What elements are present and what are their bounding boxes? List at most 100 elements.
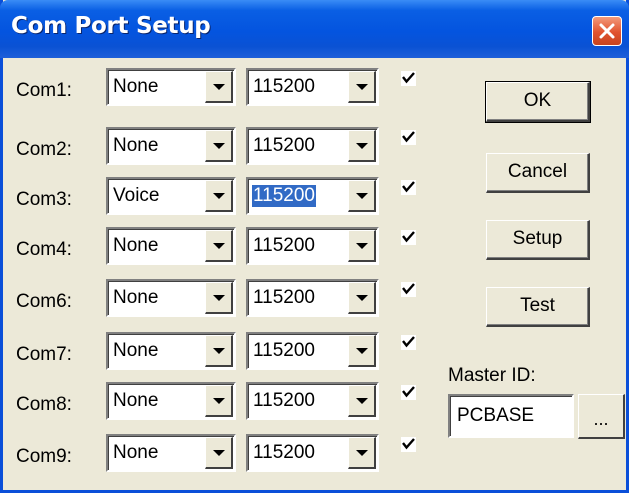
port-enabled-checkbox[interactable] <box>401 385 416 400</box>
port-enabled-checkbox[interactable] <box>401 437 416 452</box>
chevron-down-icon <box>356 295 368 301</box>
port-label: Com4: <box>16 239 72 260</box>
baud-select[interactable]: 115200 <box>246 434 379 472</box>
port-label: Com9: <box>16 446 72 467</box>
dropdown-button[interactable] <box>205 282 233 314</box>
dropdown-button[interactable] <box>348 437 376 469</box>
chevron-down-icon <box>356 398 368 404</box>
chevron-down-icon <box>356 143 368 149</box>
baud-select[interactable]: 115200 <box>246 227 379 265</box>
ok-button[interactable]: OK <box>485 81 591 123</box>
device-select[interactable]: None <box>106 127 236 165</box>
dropdown-button[interactable] <box>205 180 233 212</box>
check-icon <box>402 386 415 398</box>
port-label: Com6: <box>16 291 72 312</box>
chevron-down-icon <box>213 295 225 301</box>
baud-value: 115200 <box>253 287 315 308</box>
chevron-down-icon <box>213 84 225 90</box>
device-value: None <box>113 287 159 308</box>
check-icon <box>402 131 415 143</box>
device-value: None <box>113 135 159 156</box>
close-button[interactable] <box>592 16 622 46</box>
master-id-field[interactable]: PCBASE <box>448 394 574 438</box>
device-value: None <box>113 390 159 411</box>
check-icon <box>402 336 415 348</box>
device-select[interactable]: None <box>106 332 236 370</box>
port-enabled-checkbox[interactable] <box>401 130 416 145</box>
com-port-setup-dialog: Com Port Setup Com1: None 115200 Com2: None 1… <box>0 0 629 493</box>
baud-select[interactable]: 115200 <box>246 127 379 165</box>
device-select[interactable]: None <box>106 227 236 265</box>
setup-button[interactable]: Setup <box>486 220 590 260</box>
device-value: None <box>113 340 159 361</box>
check-icon <box>402 438 415 450</box>
master-id-label: Master ID: <box>448 365 536 386</box>
chevron-down-icon <box>213 243 225 249</box>
port-enabled-checkbox[interactable] <box>401 335 416 350</box>
dropdown-button[interactable] <box>348 71 376 103</box>
baud-select[interactable]: 115200 <box>246 279 379 317</box>
port-label: Com1: <box>16 80 72 101</box>
baud-select[interactable]: 115200 <box>246 382 379 420</box>
check-icon <box>402 72 415 84</box>
device-value: None <box>113 76 159 97</box>
baud-value: 115200 <box>253 390 315 411</box>
port-label: Com8: <box>16 394 72 415</box>
dropdown-button[interactable] <box>348 385 376 417</box>
port-label: Com2: <box>16 139 72 160</box>
port-enabled-checkbox[interactable] <box>401 230 416 245</box>
dropdown-button[interactable] <box>205 335 233 367</box>
check-icon <box>402 231 415 243</box>
dropdown-button[interactable] <box>348 282 376 314</box>
device-select[interactable]: None <box>106 279 236 317</box>
chevron-down-icon <box>213 398 225 404</box>
device-value: None <box>113 442 159 463</box>
dropdown-button[interactable] <box>348 180 376 212</box>
title-bar[interactable]: Com Port Setup <box>0 0 629 58</box>
dropdown-button[interactable] <box>205 437 233 469</box>
port-enabled-checkbox[interactable] <box>401 180 416 195</box>
baud-value: 115200 <box>253 76 315 97</box>
dropdown-button[interactable] <box>348 335 376 367</box>
port-label: Com3: <box>16 189 72 210</box>
dropdown-button[interactable] <box>348 230 376 262</box>
test-button[interactable]: Test <box>486 287 590 327</box>
baud-value: 115200 <box>252 185 316 207</box>
baud-value: 115200 <box>253 442 315 463</box>
dropdown-button[interactable] <box>205 230 233 262</box>
baud-select[interactable]: 115200 <box>246 68 379 106</box>
baud-value: 115200 <box>253 340 315 361</box>
browse-button[interactable]: ... <box>578 394 625 439</box>
baud-value: 115200 <box>253 235 315 256</box>
chevron-down-icon <box>356 450 368 456</box>
chevron-down-icon <box>213 193 225 199</box>
device-select[interactable]: None <box>106 382 236 420</box>
port-enabled-checkbox[interactable] <box>401 282 416 297</box>
chevron-down-icon <box>356 243 368 249</box>
dropdown-button[interactable] <box>205 130 233 162</box>
close-icon <box>599 23 615 39</box>
dropdown-button[interactable] <box>205 71 233 103</box>
port-label: Com7: <box>16 344 72 365</box>
baud-value: 115200 <box>253 135 315 156</box>
cancel-button[interactable]: Cancel <box>486 153 590 193</box>
device-value: Voice <box>113 185 160 206</box>
chevron-down-icon <box>356 84 368 90</box>
port-enabled-checkbox[interactable] <box>401 71 416 86</box>
chevron-down-icon <box>213 450 225 456</box>
check-icon <box>402 181 415 193</box>
dropdown-button[interactable] <box>348 130 376 162</box>
dropdown-button[interactable] <box>205 385 233 417</box>
window-title: Com Port Setup <box>11 13 211 39</box>
check-icon <box>402 283 415 295</box>
chevron-down-icon <box>356 348 368 354</box>
chevron-down-icon <box>213 143 225 149</box>
device-select[interactable]: Voice <box>106 177 236 215</box>
baud-select[interactable]: 115200 <box>246 177 379 215</box>
baud-select[interactable]: 115200 <box>246 332 379 370</box>
chevron-down-icon <box>356 193 368 199</box>
device-value: None <box>113 235 159 256</box>
device-select[interactable]: None <box>106 434 236 472</box>
chevron-down-icon <box>213 348 225 354</box>
device-select[interactable]: None <box>106 68 236 106</box>
